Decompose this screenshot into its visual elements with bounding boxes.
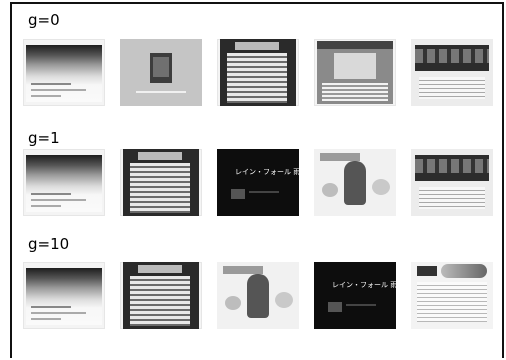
thumbnail-logo (417, 266, 437, 276)
thumbnail-bar3 (31, 205, 61, 207)
webpage-thumbnail (411, 262, 493, 329)
thumbnail-strip (415, 159, 489, 173)
thumbnail-bar2 (31, 89, 86, 91)
thumbnail-head (235, 42, 279, 50)
thumbnail-lines (419, 77, 485, 99)
thumbnail-col (417, 282, 487, 322)
thumbnail-inner (26, 268, 102, 325)
thumbnail-lines (419, 187, 485, 209)
thumbnail-inner (26, 45, 102, 102)
thumbnail-ln (346, 304, 376, 306)
webpage-thumbnail (217, 262, 299, 329)
webpage-thumbnail (217, 39, 299, 106)
webpage-thumbnail (314, 39, 396, 106)
thumbnail-bar3 (31, 95, 61, 97)
row-label-g0: g=0 (28, 11, 60, 29)
thumbnail-title: レイン・フォール 雨の牙 (235, 168, 299, 176)
thumbnail-hdr (317, 41, 393, 49)
thumbnail-book2 (153, 57, 169, 77)
thumbnail-head (138, 152, 182, 160)
thumbnail-body (227, 53, 287, 103)
thumbnail-sq (328, 302, 342, 312)
thumbnail-bar1 (31, 83, 71, 85)
webpage-thumbnail (120, 39, 202, 106)
row-label-g10: g=10 (28, 235, 70, 253)
thumbnail-inner (314, 262, 396, 329)
thumbnail-blob2 (372, 179, 390, 195)
thumbnail-banner (223, 266, 263, 274)
webpage-thumbnail: レイン・フォール 雨の牙 (217, 149, 299, 216)
thumbnail-swirl (441, 264, 487, 278)
webpage-thumbnail (23, 262, 105, 329)
webpage-thumbnail: レイン・フォール 雨の牙 (314, 262, 396, 329)
thumbnail-line (136, 91, 186, 93)
thumbnail-sq (231, 189, 245, 199)
thumbnail-bar1 (31, 193, 71, 195)
thumbnail-txt (322, 83, 388, 101)
thumbnail-inner (26, 155, 102, 212)
thumbnail-ln (249, 191, 279, 193)
thumbnail-head (138, 265, 182, 273)
webpage-thumbnail (23, 149, 105, 216)
thumbnail-blob2 (275, 292, 293, 308)
thumbnail-pic (334, 53, 376, 79)
thumbnail-bar2 (31, 199, 86, 201)
thumbnail-bar3 (31, 318, 61, 320)
thumbnail-figure (344, 161, 366, 205)
webpage-thumbnail (23, 39, 105, 106)
thumbnail-inner (217, 149, 299, 216)
webpage-thumbnail (411, 149, 493, 216)
thumbnail-strip (415, 49, 489, 63)
thumbnail-body (130, 276, 190, 326)
thumbnail-bar1 (31, 306, 71, 308)
thumbnail-banner (320, 153, 360, 161)
thumbnail-figure (247, 274, 269, 318)
thumbnail-title: レイン・フォール 雨の牙 (332, 281, 396, 289)
thumbnail-body (130, 163, 190, 213)
thumbnail-blob1 (225, 296, 241, 310)
webpage-thumbnail (314, 149, 396, 216)
webpage-thumbnail (120, 149, 202, 216)
row-label-g1: g=1 (28, 129, 60, 147)
thumbnail-bar2 (31, 312, 86, 314)
webpage-thumbnail (411, 39, 493, 106)
webpage-thumbnail (120, 262, 202, 329)
thumbnail-blob1 (322, 183, 338, 197)
